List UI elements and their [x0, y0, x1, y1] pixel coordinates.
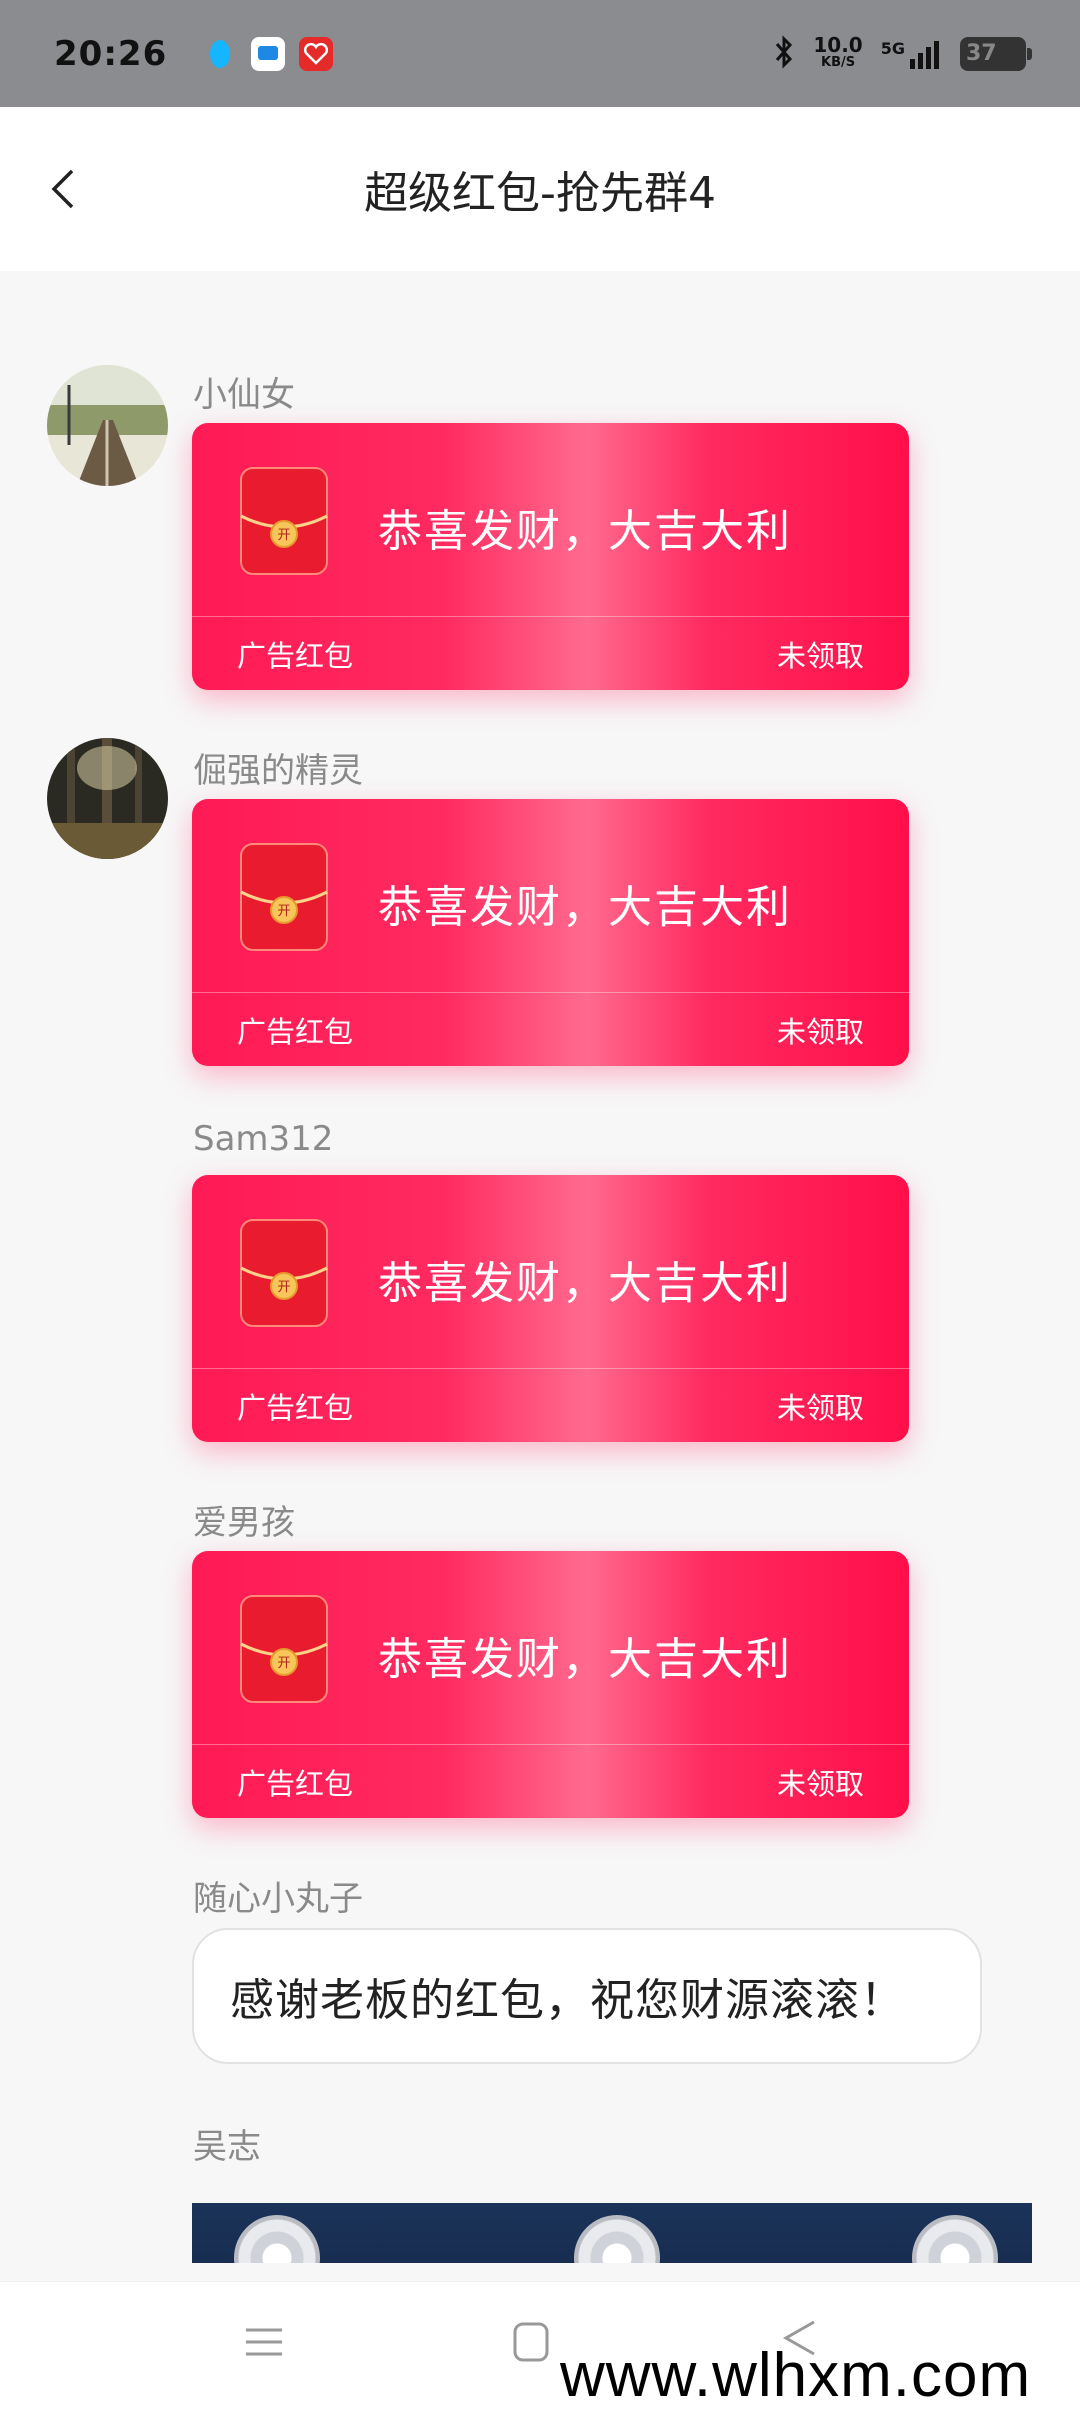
red-packet[interactable]: 开 恭喜发财，大吉大利 广告红包 未领取: [192, 1551, 909, 1818]
disc-icon: [234, 2215, 320, 2263]
red-packet-status: 未领取: [776, 1391, 864, 1425]
sender-name: 随心小丸子: [193, 1879, 363, 1919]
disc-icon: [912, 2215, 998, 2263]
red-packet-status: 未领取: [776, 1015, 864, 1049]
watermark-text: www.wlhxm.com: [560, 2341, 1032, 2410]
message-text: 感谢老板的红包，祝您财源滚滚！: [230, 1975, 905, 2026]
notification-icons: [203, 36, 334, 71]
svg-text:开: 开: [277, 1280, 290, 1295]
status-bar: 20:26 10.0 KB/S 5G 37: [0, 0, 1080, 107]
home-icon: [513, 2322, 549, 2362]
system-indicators: 10.0 KB/S 5G 37: [773, 32, 1032, 73]
red-packet-type: 广告红包: [237, 639, 354, 673]
disc-icon: [574, 2215, 660, 2263]
sender-name: 倔强的精灵: [193, 751, 363, 791]
battery-icon: 37: [960, 36, 1032, 71]
red-packet[interactable]: 开 恭喜发财，大吉大利 广告红包 未领取: [192, 1175, 909, 1442]
red-envelope-icon: 开: [240, 1595, 328, 1703]
taobao-icon: [299, 36, 334, 71]
red-packet[interactable]: 开 恭喜发财，大吉大利 广告红包 未领取: [192, 423, 909, 690]
red-envelope-icon: 开: [240, 843, 328, 951]
chat-list[interactable]: 小仙女 开 恭喜发财，大吉大利 广告红包 未领取 倔强的精灵 开 恭喜发财，大吉…: [0, 271, 1080, 2263]
red-envelope-icon: 开: [240, 467, 328, 575]
svg-text:开: 开: [277, 528, 290, 543]
svg-text:开: 开: [277, 1656, 290, 1671]
avatar[interactable]: [47, 738, 168, 859]
signal-icon: 5G: [881, 39, 942, 69]
divider: [192, 1744, 909, 1745]
red-envelope-icon: 开: [240, 1219, 328, 1327]
avatar[interactable]: [47, 365, 168, 486]
text-message-bubble[interactable]: 感谢老板的红包，祝您财源滚滚！: [192, 1928, 982, 2064]
image-message[interactable]: [192, 2203, 1032, 2263]
red-packet-status: 未领取: [776, 639, 864, 673]
red-packet-greeting: 恭喜发财，大吉大利: [378, 882, 792, 933]
chevron-left-icon: [51, 169, 74, 209]
message-icon: [251, 36, 286, 71]
sender-name: 爱男孩: [193, 1503, 295, 1543]
divider: [192, 616, 909, 617]
red-packet-greeting: 恭喜发财，大吉大利: [378, 1634, 792, 1685]
chat-header: 超级红包-抢先群4: [0, 107, 1080, 271]
status-time: 20:26: [54, 33, 168, 74]
red-packet[interactable]: 开 恭喜发财，大吉大利 广告红包 未领取: [192, 799, 909, 1066]
menu-button[interactable]: [244, 2322, 284, 2362]
bluetooth-icon: [773, 34, 795, 73]
back-button[interactable]: [38, 157, 88, 221]
network-speed: 10.0 KB/S: [813, 32, 863, 70]
sender-name: 小仙女: [193, 375, 295, 415]
red-packet-greeting: 恭喜发财，大吉大利: [378, 1258, 792, 1309]
red-packet-status: 未领取: [776, 1767, 864, 1801]
sender-name: 吴志: [193, 2127, 261, 2167]
red-packet-greeting: 恭喜发财，大吉大利: [378, 506, 792, 557]
red-packet-type: 广告红包: [237, 1391, 354, 1425]
page-title: 超级红包-抢先群4: [364, 168, 716, 219]
menu-icon: [246, 2328, 282, 2356]
home-button[interactable]: [513, 2322, 549, 2362]
divider: [192, 992, 909, 993]
qq-icon: [203, 37, 237, 71]
divider: [192, 1368, 909, 1369]
sender-name: Sam312: [193, 1119, 334, 1159]
red-packet-type: 广告红包: [237, 1015, 354, 1049]
red-packet-type: 广告红包: [237, 1767, 354, 1801]
svg-text:开: 开: [277, 904, 290, 919]
